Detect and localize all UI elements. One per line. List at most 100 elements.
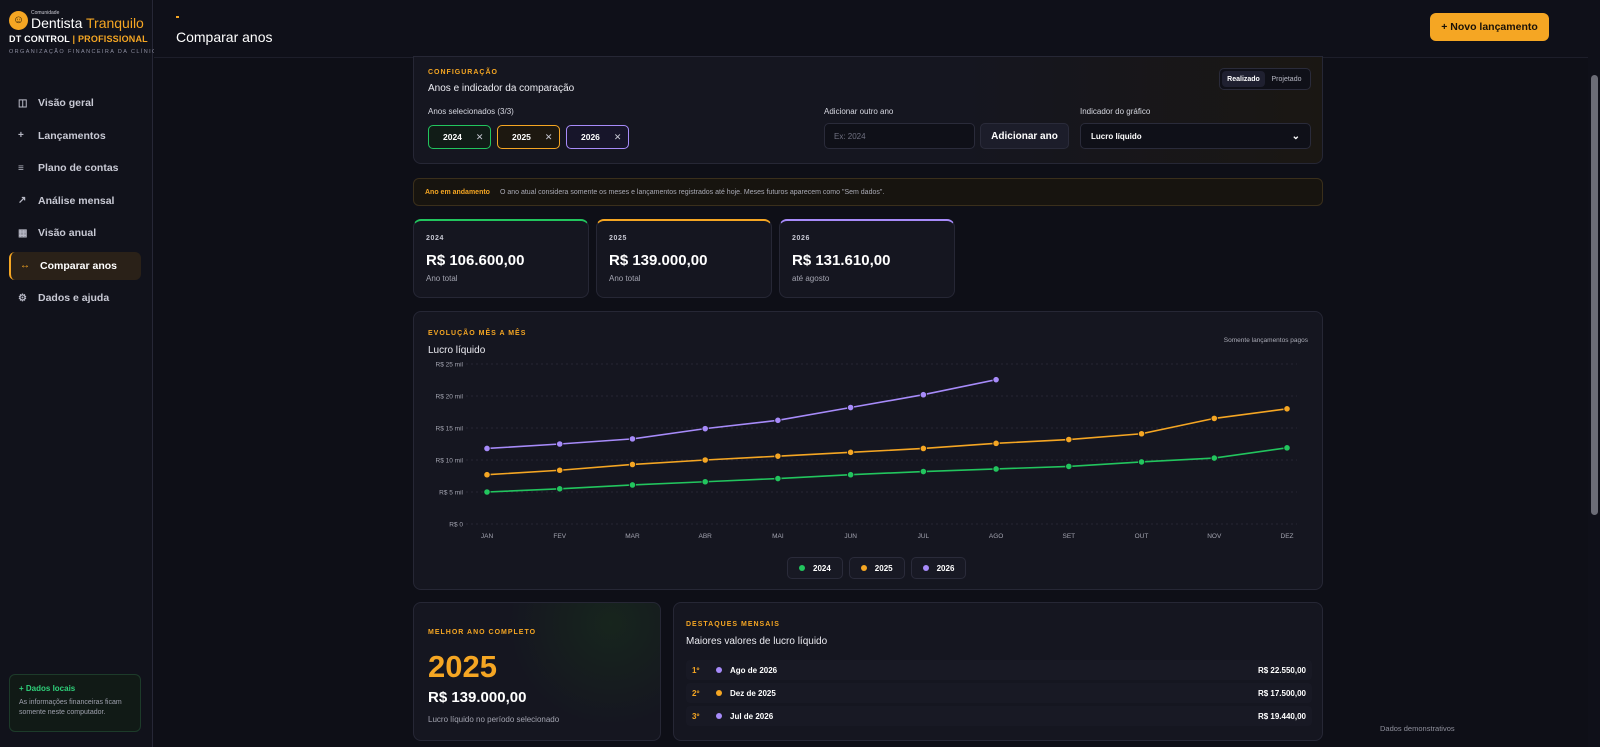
add-year-button[interactable]: Adicionar ano xyxy=(980,123,1069,149)
new-entry-button[interactable]: + Novo lançamento xyxy=(1430,13,1549,41)
brand-name: Dentista Tranquilo xyxy=(31,16,144,30)
local-data-text: As informações financeiras ficam somente… xyxy=(19,699,122,716)
x-tick-label: NOV xyxy=(1207,533,1222,540)
sidebar-item-label: Plano de contas xyxy=(38,162,119,174)
data-point-2024 xyxy=(847,471,855,479)
scrollbar-thumb[interactable] xyxy=(1591,75,1598,515)
brand-name-a: Dentista xyxy=(31,15,83,31)
indicator-select[interactable]: Lucro líquido ⌄ xyxy=(1080,123,1311,149)
series-line-2026 xyxy=(486,378,997,450)
data-point-2024 xyxy=(628,481,637,489)
brand-sub-b: PROFISSIONAL xyxy=(77,34,148,44)
legend-2026[interactable]: 2026 xyxy=(910,557,967,579)
stat-year: 2026 xyxy=(792,235,810,242)
compare-icon: ↔ xyxy=(20,260,30,271)
sidebar-item-label: Dados e ajuda xyxy=(38,292,110,304)
legend-2025[interactable]: 2025 xyxy=(848,557,905,579)
y-tick-label: R$ 20 mil xyxy=(436,394,464,401)
x-tick-label: ABR xyxy=(698,533,712,540)
list-item: 1º Ago de 2026 R$ 22.550,00 xyxy=(686,660,1312,680)
toggle-projetado[interactable]: Projetado xyxy=(1265,71,1308,87)
data-point-2025 xyxy=(1137,430,1146,438)
close-icon[interactable]: ✕ xyxy=(614,132,622,143)
chart-legend: 2024 2025 2026 xyxy=(787,557,967,579)
year-chip-2025[interactable]: 2025 ✕ xyxy=(497,125,560,149)
add-year-input[interactable] xyxy=(824,123,975,149)
sidebar-nav: ◫ Visão geral + Lançamentos ≡ Plano de cont… xyxy=(9,89,141,317)
year-chip-2026[interactable]: 2026 ✕ xyxy=(566,125,629,149)
data-point-2026 xyxy=(701,425,709,433)
sidebar-item-label: Comparar anos xyxy=(40,259,118,272)
plus-icon: + xyxy=(18,130,24,141)
sidebar: ☺ Comunidade Dentista Tranquilo DT CONTR… xyxy=(0,0,161,747)
sidebar-item-dados-e-ajuda[interactable]: ⚙ Dados e ajuda xyxy=(9,284,141,312)
brand: ☺ Comunidade Dentista Tranquilo DT CONTR… xyxy=(9,10,161,55)
config-card: CONFIGURAÇÃO Anos e indicador da compara… xyxy=(413,56,1323,164)
mode-toggle: Realizado Projetado xyxy=(1219,68,1311,90)
close-icon[interactable]: ✕ xyxy=(476,132,484,143)
tooth-logo-icon: ☺ xyxy=(9,10,28,30)
best-eyebrow: MELHOR ANO COMPLETO xyxy=(428,629,537,636)
highlight-value: R$ 19.440,00 xyxy=(1257,711,1306,721)
chip-label: 2026 xyxy=(581,132,600,142)
highlight-label: Dez de 2025 xyxy=(730,688,776,698)
highlight-label: Jul de 2026 xyxy=(730,711,774,721)
stat-card-2026: 2026 R$ 131.610,00 até agosto xyxy=(779,219,955,298)
brand-sub-sep: | xyxy=(72,34,76,44)
best-value: R$ 139.000,00 xyxy=(428,689,527,706)
rank: 2º xyxy=(692,688,700,698)
close-icon[interactable]: ✕ xyxy=(545,132,553,143)
columns-icon: ◫ xyxy=(18,97,28,109)
stat-year: 2024 xyxy=(426,235,444,242)
stat-year: 2025 xyxy=(609,235,627,242)
sidebar-item-visao-anual[interactable]: ▦ Visão anual xyxy=(9,219,141,247)
best-year: 2025 xyxy=(428,649,497,684)
data-point-2026 xyxy=(628,435,637,443)
year-chip-2024[interactable]: 2024 ✕ xyxy=(428,125,491,149)
x-tick-label: MAR xyxy=(625,533,640,540)
chevron-down-icon: ⌄ xyxy=(1291,130,1300,142)
dot-icon xyxy=(799,565,805,571)
data-point-2025 xyxy=(919,444,927,453)
sidebar-item-analise-mensal[interactable]: ↗ Análise mensal xyxy=(9,187,141,215)
year-chips: 2024 ✕ 2025 ✕ 2026 ✕ xyxy=(428,125,629,149)
sidebar-item-comparar-anos[interactable]: ↔ Comparar anos xyxy=(9,251,141,280)
legend-label: 2026 xyxy=(936,563,955,573)
stat-value: R$ 131.610,00 xyxy=(792,252,891,269)
sidebar-item-plano-de-contas[interactable]: ≡ Plano de contas xyxy=(9,154,141,182)
sidebar-item-lancamentos[interactable]: + Lançamentos xyxy=(9,122,141,150)
sidebar-item-label: Análise mensal xyxy=(38,194,115,207)
data-point-2024 xyxy=(1283,444,1291,452)
highlights-card: DESTAQUES MENSAIS Maiores valores de luc… xyxy=(673,602,1323,741)
x-tick-label: MAI xyxy=(772,533,784,540)
highlights-list: 1º Ago de 2026 R$ 22.550,00 2º Dez de 20… xyxy=(686,660,1312,729)
highlights-title: Maiores valores de lucro líquido xyxy=(686,636,828,647)
legend-2024[interactable]: 2024 xyxy=(787,557,843,579)
stat-sub: Ano total xyxy=(426,274,458,283)
y-tick-label: R$ 0 xyxy=(449,522,463,529)
data-point-2025 xyxy=(992,439,1000,447)
sidebar-item-label: Visão geral xyxy=(38,97,94,109)
highlight-value: R$ 17.500,00 xyxy=(1257,688,1306,698)
y-tick-label: R$ 5 mil xyxy=(439,490,463,497)
y-tick-label: R$ 10 mil xyxy=(436,458,464,465)
brand-subtitle: DT CONTROL | PROFISSIONAL xyxy=(9,34,149,44)
dot-icon xyxy=(922,565,929,571)
rank: 1º xyxy=(692,665,700,675)
x-tick-label: SET xyxy=(1062,533,1075,540)
data-point-2024 xyxy=(774,474,782,483)
data-point-2024 xyxy=(701,478,709,486)
data-point-2026 xyxy=(919,391,927,399)
data-point-2025 xyxy=(1065,435,1073,444)
list-icon: ≡ xyxy=(18,162,24,174)
data-point-2024 xyxy=(1137,458,1146,466)
highlights-eyebrow: DESTAQUES MENSAIS xyxy=(686,621,780,628)
toggle-realizado[interactable]: Realizado xyxy=(1222,71,1265,87)
scrollbar[interactable] xyxy=(1588,0,1600,747)
data-point-2024 xyxy=(919,467,927,476)
indicator-value: Lucro líquido xyxy=(1091,131,1142,141)
sidebar-item-visao-geral[interactable]: ◫ Visão geral xyxy=(9,89,141,117)
brand-text: Comunidade Dentista Tranquilo xyxy=(31,10,144,30)
trend-icon: ↗ xyxy=(18,195,27,206)
y-tick-label: R$ 25 mil xyxy=(436,362,464,369)
